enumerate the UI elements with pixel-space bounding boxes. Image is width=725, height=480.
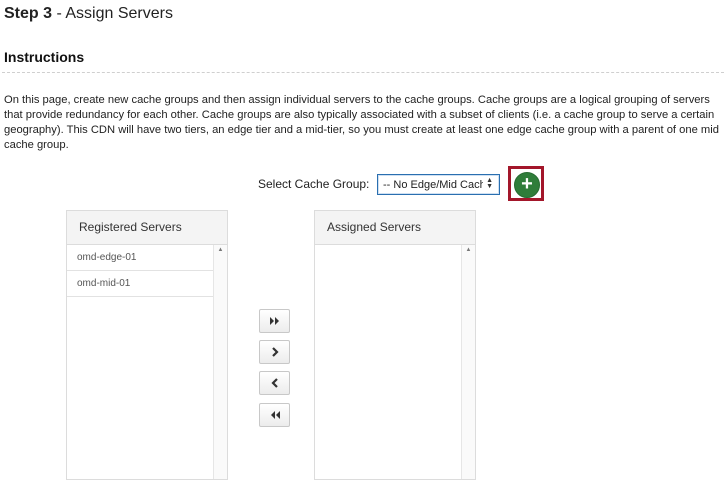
double-chevron-right-icon	[269, 317, 279, 325]
scroll-up-arrow-icon[interactable]: ▲	[462, 247, 475, 253]
select-cache-group-label: Select Cache Group:	[258, 177, 370, 191]
registered-servers-scrollbar[interactable]: ▲	[213, 245, 227, 479]
registered-servers-header: Registered Servers	[67, 211, 227, 245]
instructions-heading: Instructions	[4, 49, 85, 65]
list-item[interactable]: omd-edge-01	[67, 245, 213, 271]
registered-servers-list[interactable]: omd-edge-01 omd-mid-01	[67, 245, 213, 479]
step-title: - Assign Servers	[56, 5, 173, 22]
section-divider	[2, 72, 724, 73]
step-number: Step 3	[4, 5, 53, 22]
page-title: Step 3 - Assign Servers	[4, 5, 173, 23]
list-item[interactable]: omd-mid-01	[67, 271, 213, 297]
cache-group-select[interactable]: -- No Edge/Mid Cach ▲ ▼	[377, 174, 500, 195]
cache-group-selected-value: -- No Edge/Mid Cach	[383, 178, 483, 191]
move-all-left-button[interactable]	[259, 403, 290, 427]
double-chevron-left-icon	[270, 411, 280, 419]
move-all-right-button[interactable]	[259, 309, 290, 333]
assigned-servers-header: Assigned Servers	[315, 211, 475, 245]
move-left-button[interactable]	[259, 371, 290, 395]
select-caret-icon: ▲ ▼	[486, 177, 493, 190]
add-cache-group-button[interactable]: +	[514, 172, 540, 198]
assigned-servers-list[interactable]	[315, 245, 461, 479]
assigned-servers-panel: Assigned Servers ▲	[314, 210, 476, 480]
plus-icon: +	[521, 173, 533, 195]
assigned-servers-scrollbar[interactable]: ▲	[461, 245, 475, 479]
move-right-button[interactable]	[259, 340, 290, 364]
chevron-left-icon	[270, 378, 278, 388]
registered-servers-panel: Registered Servers omd-edge-01 omd-mid-0…	[66, 210, 228, 480]
instructions-text: On this page, create new cache groups an…	[4, 94, 719, 151]
scroll-up-arrow-icon[interactable]: ▲	[214, 247, 227, 253]
chevron-right-icon	[271, 347, 279, 357]
